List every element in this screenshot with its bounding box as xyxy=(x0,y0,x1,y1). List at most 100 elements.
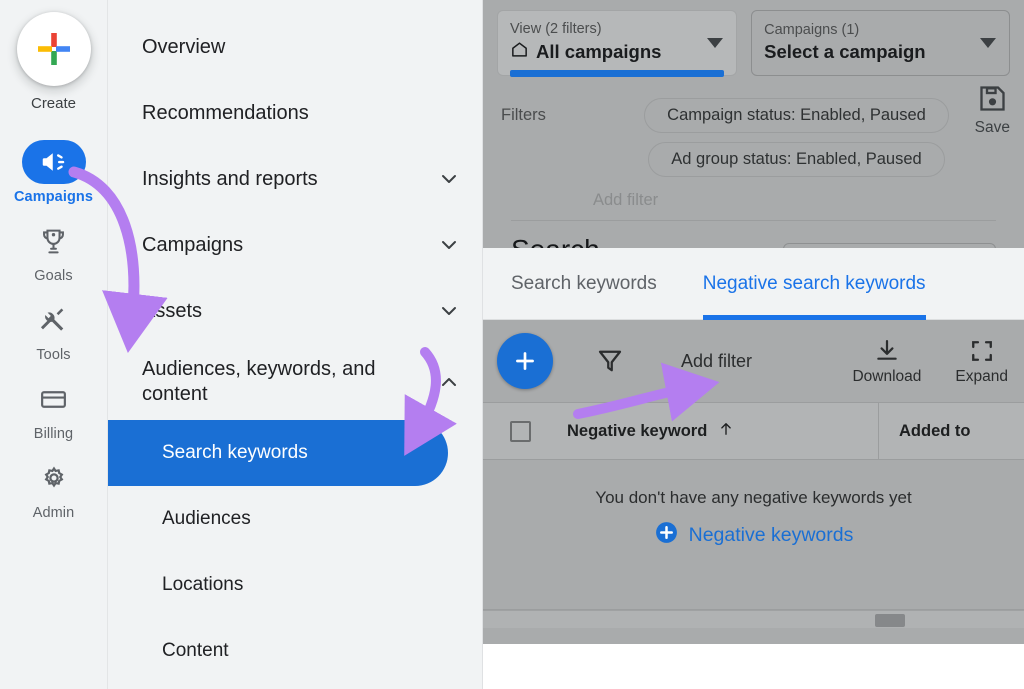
tab-label-search-keywords: Search keywords xyxy=(511,273,657,295)
trophy-icon xyxy=(39,227,68,256)
toolbar-add-filter[interactable]: Add filter xyxy=(681,351,752,372)
campaign-selector-caption: Campaigns (1) xyxy=(764,22,997,39)
billing-pill[interactable] xyxy=(22,377,86,421)
download-icon xyxy=(873,337,901,365)
sidebar-item-billing[interactable]: Billing xyxy=(0,377,108,442)
add-filter-link[interactable]: Add filter xyxy=(593,191,1010,210)
campaign-selector[interactable]: Campaigns (1) Select a campaign xyxy=(751,10,1010,76)
column-negative-keyword[interactable]: Negative keyword xyxy=(483,402,879,460)
expand-button[interactable]: Expand xyxy=(955,337,1008,386)
goals-pill[interactable] xyxy=(22,219,86,263)
filter-chip-list: Campaign status: Enabled, Paused Ad grou… xyxy=(583,98,1010,177)
keyword-tabs: Search keywords Negative search keywords xyxy=(483,248,1024,320)
plus-circle-icon xyxy=(654,520,679,551)
add-negative-keyword-button[interactable] xyxy=(497,333,553,389)
campaign-selector-value: Select a campaign xyxy=(764,41,997,63)
filter-chip-ad-group-status[interactable]: Ad group status: Enabled, Paused xyxy=(648,142,944,177)
chevron-down-icon xyxy=(436,299,462,323)
nav-item-campaigns[interactable]: Campaigns xyxy=(108,212,482,278)
nav-sublabel-content: Content xyxy=(162,640,229,662)
view-selector-underline xyxy=(510,70,724,77)
nav-item-audiences-keywords-and-content[interactable]: Audiences, keywords, and content xyxy=(108,344,482,420)
nav-subitem-audiences[interactable]: Audiences xyxy=(108,486,482,552)
nav-label-overview: Overview xyxy=(142,35,462,60)
admin-pill[interactable] xyxy=(22,456,86,500)
chevron-down-icon xyxy=(980,38,996,48)
tab-negative-search-keywords[interactable]: Negative search keywords xyxy=(703,248,926,320)
chevron-up-icon xyxy=(436,370,462,394)
sidebar-label-tools: Tools xyxy=(36,347,70,363)
view-selector-value-row: All campaigns xyxy=(510,40,724,64)
sidebar-item-tools[interactable]: Tools xyxy=(0,298,108,363)
nav-sublabel-audiences: Audiences xyxy=(162,508,251,530)
chevron-down-icon xyxy=(436,233,462,257)
download-button[interactable]: Download xyxy=(852,337,921,386)
sidebar-label-goals: Goals xyxy=(34,268,72,284)
home-icon xyxy=(510,40,529,64)
save-button[interactable]: Save xyxy=(975,82,1010,137)
create-label: Create xyxy=(31,95,76,112)
expand-label: Expand xyxy=(955,368,1008,386)
add-negative-keywords-link[interactable]: Negative keywords xyxy=(654,520,854,551)
campaigns-pill[interactable] xyxy=(22,140,86,184)
filter-chip-campaign-status[interactable]: Campaign status: Enabled, Paused xyxy=(644,98,949,133)
select-all-checkbox-cell xyxy=(483,421,557,442)
column-label-negative-keyword: Negative keyword xyxy=(567,422,707,441)
nav-subitem-search-keywords[interactable]: Search keywords xyxy=(108,420,448,486)
view-selector-caption: View (2 filters) xyxy=(510,21,724,38)
view-selector[interactable]: View (2 filters) All campaigns xyxy=(497,10,737,76)
nav-subitem-locations[interactable]: Locations xyxy=(108,552,482,618)
table-header-row: Negative keyword Added to xyxy=(483,402,1024,460)
select-all-checkbox[interactable] xyxy=(510,421,531,442)
credit-card-icon xyxy=(39,385,68,414)
scope-selectors: View (2 filters) All campaigns Campaigns… xyxy=(497,10,1010,76)
create-button[interactable]: Create xyxy=(0,8,108,112)
horizontal-scrollbar[interactable] xyxy=(483,610,1024,628)
sidebar-label-billing: Billing xyxy=(34,426,73,442)
tools-pill[interactable] xyxy=(22,298,86,342)
save-disk-icon xyxy=(976,82,1009,115)
filter-button[interactable] xyxy=(595,346,625,376)
expand-icon xyxy=(968,337,996,365)
nav-label-campaigns: Campaigns xyxy=(142,233,436,258)
tab-label-negative-search-keywords: Negative search keywords xyxy=(703,273,926,295)
chevron-down-icon xyxy=(436,167,462,191)
nav-sublabel-locations: Locations xyxy=(162,574,243,596)
section-nav-menu: Overview Recommendations Insights and re… xyxy=(108,0,483,689)
gear-icon xyxy=(39,463,69,493)
sidebar-label-admin: Admin xyxy=(33,505,75,521)
table-toolbar: Add filter Download Expand xyxy=(483,320,1024,402)
tab-search-keywords[interactable]: Search keywords xyxy=(511,248,657,320)
nav-label-insights-and-reports: Insights and reports xyxy=(142,167,436,192)
sidebar-label-campaigns: Campaigns xyxy=(14,189,93,205)
nav-label-recommendations: Recommendations xyxy=(142,101,462,126)
nav-item-overview[interactable]: Overview xyxy=(108,14,482,80)
content-topbar: View (2 filters) All campaigns Campaigns… xyxy=(483,0,1024,248)
sort-ascending-icon xyxy=(717,420,735,443)
table-empty-state: You don't have any negative keywords yet… xyxy=(483,460,1024,610)
nav-label-assets: Assets xyxy=(142,299,436,324)
column-added-to[interactable]: Added to xyxy=(879,402,1024,460)
google-plus-icon xyxy=(34,29,74,69)
sidebar-item-admin[interactable]: Admin xyxy=(0,456,108,521)
nav-sublabel-search-keywords: Search keywords xyxy=(162,442,308,464)
nav-item-assets[interactable]: Assets xyxy=(108,278,482,344)
add-negative-keywords-label: Negative keywords xyxy=(689,524,854,547)
plus-circle-glyph xyxy=(654,520,679,545)
funnel-icon xyxy=(595,346,625,376)
save-label: Save xyxy=(975,119,1010,137)
view-selector-value: All campaigns xyxy=(536,41,661,63)
nav-subitem-content[interactable]: Content xyxy=(108,618,482,684)
sidebar-item-goals[interactable]: Goals xyxy=(0,219,108,284)
filters-label: Filters xyxy=(497,98,583,125)
primary-nav-rail: Create Campaigns xyxy=(0,0,108,689)
nav-label-audiences-keywords-and-content: Audiences, keywords, and content xyxy=(142,357,436,407)
scrollbar-thumb[interactable] xyxy=(875,614,905,627)
tools-icon xyxy=(39,306,68,335)
content-bottom-filler xyxy=(483,628,1024,644)
nav-item-insights-and-reports[interactable]: Insights and reports xyxy=(108,146,482,212)
sidebar-item-campaigns[interactable]: Campaigns xyxy=(0,140,108,205)
google-ads-screen: Create Campaigns xyxy=(0,0,1024,689)
nav-item-recommendations[interactable]: Recommendations xyxy=(108,80,482,146)
create-fab[interactable] xyxy=(17,12,91,86)
